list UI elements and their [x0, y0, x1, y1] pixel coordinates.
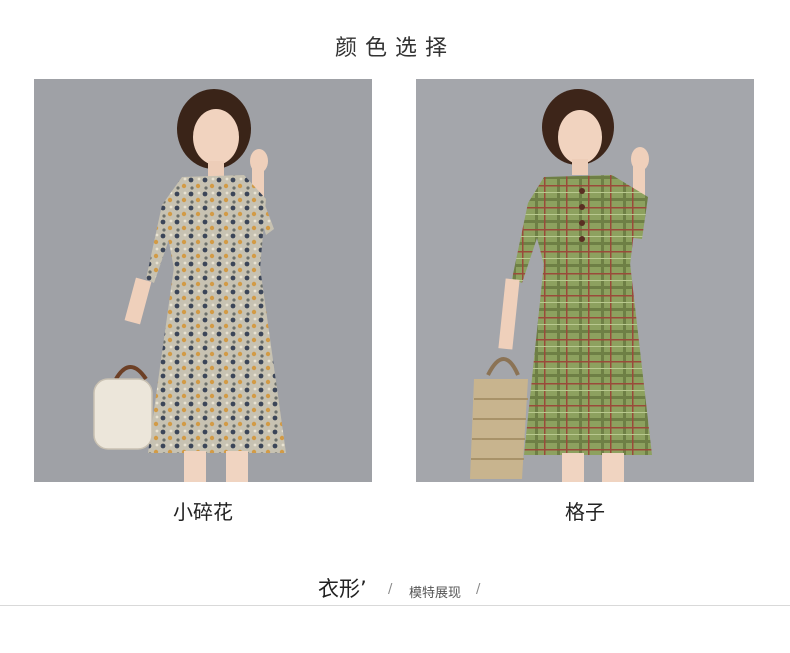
model-section-title: 衣形’: [318, 577, 367, 601]
caption-plaid: 格子: [565, 500, 605, 524]
model-section-subtitle: 模特展现: [409, 586, 462, 601]
section-divider-line: [0, 605, 790, 606]
product-photo-floral[interactable]: [34, 79, 372, 482]
divider-slash: /: [388, 582, 393, 597]
plaid-dress-illustration: [416, 79, 754, 482]
section-title: 颜色选择: [334, 36, 455, 61]
product-photo-plaid[interactable]: [416, 79, 754, 482]
model-section-heading: 衣形’ / 模特展现 /: [0, 573, 790, 603]
caption-floral: 小碎花: [173, 500, 233, 524]
floral-dress-illustration: [34, 79, 372, 482]
divider-slash: /: [476, 582, 481, 597]
product-color-page: 颜色选择 小碎花 格子 衣形’ / 模特展现 /: [0, 0, 790, 653]
